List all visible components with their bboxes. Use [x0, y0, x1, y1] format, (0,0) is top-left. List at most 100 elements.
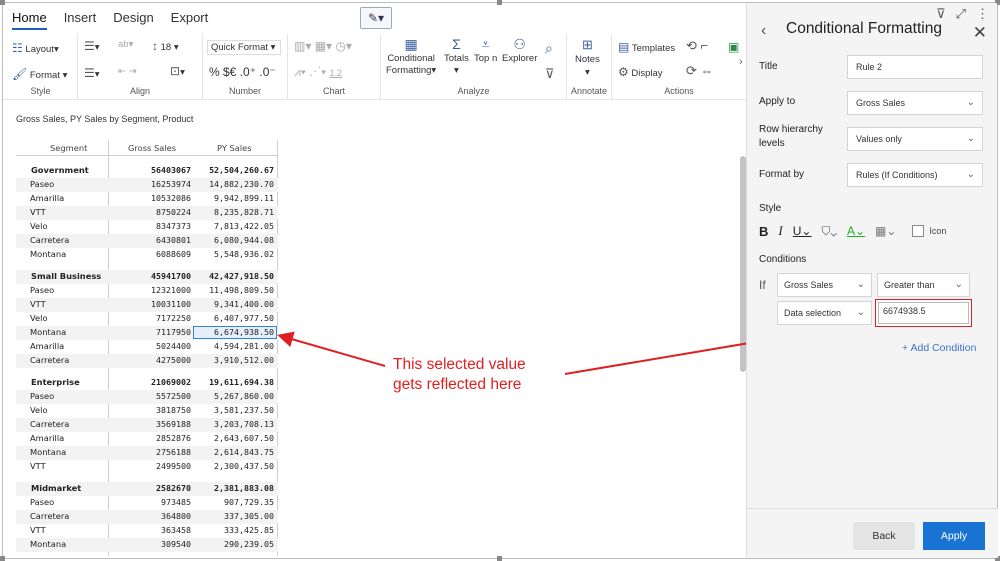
cell-py-sales[interactable]: 14,882,230.70 [209, 179, 274, 189]
cell-gross-sales[interactable]: 10031100 [151, 299, 191, 309]
table-row[interactable]: Carretera 6430801 6,080,944.08 [16, 234, 278, 248]
cell-gross-sales[interactable]: 2499500 [156, 461, 191, 471]
cell-segment[interactable]: VTT [30, 525, 46, 535]
cell-segment[interactable]: Paseo [30, 497, 54, 507]
chart-line-buttons[interactable]: ⩘▾ ⋰▾ 1.2 [294, 65, 342, 80]
cell-gross-sales[interactable]: 363458 [161, 525, 191, 535]
border-icon[interactable]: ▦⌄ [875, 224, 896, 238]
table-row[interactable]: Velo 3818750 3,581,237.50 [16, 404, 278, 418]
table-row[interactable]: Montana 2756188 2,614,843.75 [16, 446, 278, 460]
cell-py-sales[interactable]: 52,504,260.67 [209, 165, 274, 175]
group-row[interactable]: Government 56403067 52,504,260.67 [16, 164, 278, 178]
table-row[interactable]: VTT 363458 333,425.85 [16, 524, 278, 538]
cell-py-sales[interactable]: 290,239.05 [224, 539, 274, 549]
cell-segment[interactable]: VTT [30, 207, 46, 217]
icon-checkbox[interactable] [912, 225, 925, 237]
cell-segment[interactable]: Midmarket [31, 483, 81, 493]
table-row[interactable]: Paseo 5572500 5,267,860.00 [16, 390, 278, 404]
cell-segment[interactable]: Carretera [30, 419, 69, 429]
cell-py-sales[interactable]: 2,381,883.08 [214, 483, 274, 493]
display-button[interactable]: ⚙ Display [618, 65, 663, 79]
redo-icon[interactable]: ⟳ ⇔ [686, 63, 714, 79]
group-row[interactable]: Enterprise 21069002 19,611,694.38 [16, 376, 278, 390]
cell-py-sales[interactable]: 4,594,281.00 [214, 341, 274, 351]
cell-py-sales[interactable]: 5,548,936.02 [214, 249, 274, 259]
templates-button[interactable]: ▤ Templates [618, 40, 675, 54]
font-size-selector[interactable]: ↕ 18 ▾ [152, 39, 179, 53]
cell-segment[interactable]: Paseo [30, 391, 54, 401]
column-header-gross-sales[interactable]: Gross Sales [128, 143, 176, 153]
cell-gross-sales[interactable]: 3569188 [156, 419, 191, 429]
table-row[interactable]: Velo 8347373 7,813,422.05 [16, 220, 278, 234]
cell-gross-sales[interactable]: 6088609 [156, 249, 191, 259]
italic-button[interactable]: I [778, 223, 782, 239]
cell-segment[interactable]: Carretera [30, 235, 69, 245]
cell-segment[interactable]: Small Business [31, 271, 101, 281]
table-row[interactable]: Montana 309540 290,239.05 [16, 538, 278, 552]
cell-py-sales[interactable]: 3,581,237.50 [214, 405, 274, 415]
indent-button[interactable]: ⇤ ⇥ [118, 66, 137, 77]
cell-segment[interactable]: Montana [30, 447, 66, 457]
cell-segment[interactable]: VTT [30, 299, 46, 309]
quick-format-dropdown[interactable]: Quick Format ▾ [207, 40, 281, 55]
align-left-button[interactable]: ☰▾ [84, 39, 100, 53]
number-format-buttons[interactable]: % $€ .0⁺ .0⁻ [209, 65, 276, 79]
cell-py-sales[interactable]: 5,267,860.00 [214, 391, 274, 401]
cell-gross-sales[interactable]: 16253974 [151, 179, 191, 189]
cell-gross-sales[interactable]: 5572500 [156, 391, 191, 401]
condition-value-input[interactable]: 6674938.5 [875, 299, 972, 327]
table-row[interactable]: VTT 10031100 9,341,400.00 [16, 298, 278, 312]
column-header-segment[interactable]: Segment [50, 143, 87, 153]
cell-gross-sales[interactable]: 45941700 [151, 271, 191, 281]
resize-handle[interactable] [497, 556, 502, 561]
cell-py-sales[interactable]: 6,674,938.50 [214, 327, 274, 337]
cell-py-sales[interactable]: 9,341,400.00 [214, 299, 274, 309]
cell-py-sales[interactable]: 42,427,918.50 [209, 271, 274, 281]
resize-handle[interactable] [0, 0, 5, 5]
table-row[interactable]: Carretera 4275000 3,910,512.00 [16, 354, 278, 368]
format-by-dropdown[interactable]: Rules (If Conditions) ⌄ [847, 163, 983, 187]
table-row[interactable]: Paseo 973485 907,729.35 [16, 496, 278, 510]
condition-field-dropdown[interactable]: Gross Sales ⌄ [777, 273, 872, 297]
resize-handle[interactable] [497, 0, 502, 5]
tab-insert[interactable]: Insert [64, 10, 97, 30]
cell-gross-sales[interactable]: 21069002 [151, 377, 191, 387]
excel-icon[interactable]: ▣ [728, 40, 739, 54]
cell-segment[interactable]: Montana [30, 327, 66, 337]
cell-gross-sales[interactable]: 10532086 [151, 193, 191, 203]
cell-gross-sales[interactable]: 6430801 [156, 235, 191, 245]
notes-button[interactable]: ⊞ Notes ▾ [575, 38, 600, 79]
cell-py-sales[interactable]: 11,498,809.50 [209, 285, 274, 295]
cell-gross-sales[interactable]: 4275000 [156, 355, 191, 365]
apply-to-dropdown[interactable]: Gross Sales ⌄ [847, 91, 983, 115]
cell-py-sales[interactable]: 2,643,607.50 [214, 433, 274, 443]
cell-gross-sales[interactable]: 2582670 [156, 483, 191, 493]
cell-segment[interactable]: Amarilla [30, 193, 64, 203]
condition-source-dropdown[interactable]: Data selection ⌄ [777, 301, 872, 325]
font-color-icon[interactable]: A⌄ [847, 224, 865, 238]
chart-type-buttons[interactable]: ▥▾ ▦▾ ◷▾ [294, 39, 352, 53]
cell-py-sales[interactable]: 2,614,843.75 [214, 447, 274, 457]
border-button[interactable]: ⊡▾ [170, 64, 185, 78]
cell-segment[interactable]: Carretera [30, 355, 69, 365]
back-chevron-icon[interactable]: ‹ [761, 22, 766, 40]
cell-gross-sales[interactable]: 2756188 [156, 447, 191, 457]
cell-gross-sales[interactable]: 8750224 [156, 207, 191, 217]
group-row[interactable]: Midmarket 2582670 2,381,883.08 [16, 482, 278, 496]
top-n-button[interactable]: ⩡ Top n [474, 37, 497, 65]
valign-button[interactable]: ☰▾ [84, 66, 100, 80]
tab-design[interactable]: Design [113, 10, 153, 30]
title-input[interactable]: Rule 2 [847, 55, 983, 79]
cell-segment[interactable]: Paseo [30, 179, 54, 189]
cell-gross-sales[interactable]: 12321000 [151, 285, 191, 295]
cell-segment[interactable]: VTT [30, 461, 46, 471]
cell-py-sales[interactable]: 3,910,512.00 [214, 355, 274, 365]
cell-segment[interactable]: Carretera [30, 511, 69, 521]
cell-segment[interactable]: Montana [30, 539, 66, 549]
cell-py-sales[interactable]: 907,729.35 [224, 497, 274, 507]
add-condition-link[interactable]: + Add Condition [902, 342, 976, 354]
undo-icon[interactable]: ⟲ ⌐ [686, 38, 708, 54]
group-row[interactable]: Small Business 45941700 42,427,918.50 [16, 270, 278, 284]
table-row[interactable]: Amarilla 2852876 2,643,607.50 [16, 432, 278, 446]
cell-gross-sales[interactable]: 7172250 [156, 313, 191, 323]
